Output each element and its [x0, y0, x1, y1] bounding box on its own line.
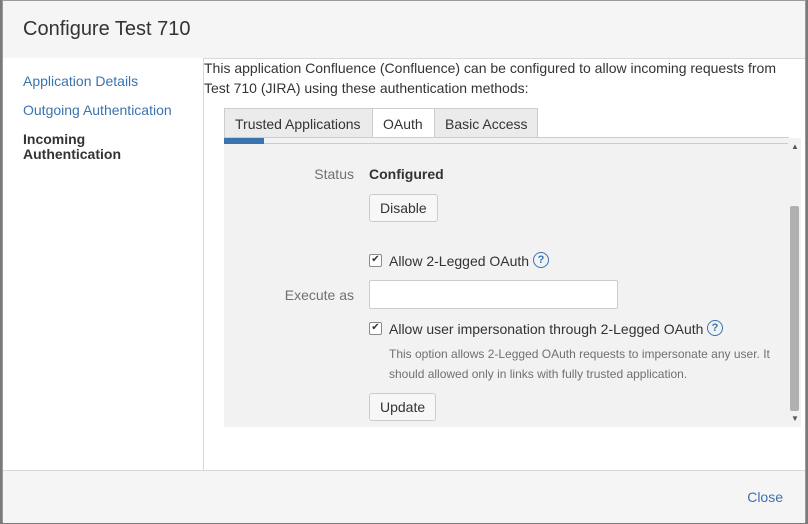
panel-top-strip [224, 138, 789, 144]
allow-2legged-checkbox[interactable]: ✔ [369, 254, 382, 267]
checkmark-icon: ✔ [371, 322, 380, 333]
dialog-title: Configure Test 710 [23, 18, 191, 40]
scroll-up-arrow-icon[interactable]: ▲ [791, 142, 799, 151]
dialog-header: Configure Test 710 [3, 1, 805, 59]
impersonation-label: Allow user impersonation through 2-Legge… [389, 321, 704, 337]
sidebar-item-outgoing-authentication[interactable]: Outgoing Authentication [23, 102, 172, 118]
impersonation-description: This option allows 2-Legged OAuth reques… [389, 347, 770, 381]
sidebar-item-incoming-authentication[interactable]: Incoming Authentication [23, 132, 183, 162]
impersonation-checkbox[interactable]: ✔ [369, 322, 382, 335]
checkmark-icon: ✔ [371, 254, 380, 265]
intro-text: This application Confluence (Confluence)… [204, 60, 776, 96]
execute-as-label: Execute as [284, 287, 354, 303]
sidebar-item-application-details[interactable]: Application Details [23, 73, 138, 89]
dialog-footer: Close [3, 470, 805, 523]
scroll-thumb[interactable] [790, 206, 799, 411]
oauth-panel: Status Configured Disable ✔ Allow 2-Legg… [224, 138, 801, 427]
sidebar-nav: Application Details Outgoing Authenticat… [3, 58, 204, 470]
tab-oauth[interactable]: OAuth [372, 108, 435, 138]
tab-basic-access[interactable]: Basic Access [434, 108, 538, 138]
main-content: This application Confluence (Confluence)… [204, 58, 805, 470]
loading-progress-bar [224, 138, 264, 144]
disable-button[interactable]: Disable [369, 194, 438, 222]
status-value: Configured [369, 166, 444, 182]
close-link[interactable]: Close [747, 489, 783, 505]
update-button[interactable]: Update [369, 393, 436, 421]
help-circle-icon[interactable]: ? [533, 252, 549, 268]
status-label: Status [314, 166, 354, 182]
allow-2legged-label: Allow 2-Legged OAuth [389, 253, 530, 269]
help-circle-icon[interactable]: ? [707, 320, 723, 336]
tab-trusted-applications[interactable]: Trusted Applications [224, 108, 373, 138]
scroll-down-arrow-icon[interactable]: ▼ [791, 414, 799, 423]
configure-dialog: Configure Test 710 Application Details O… [2, 0, 806, 523]
execute-as-input[interactable] [369, 280, 618, 309]
panel-scrollbar[interactable]: ▲ ▼ [788, 138, 801, 427]
